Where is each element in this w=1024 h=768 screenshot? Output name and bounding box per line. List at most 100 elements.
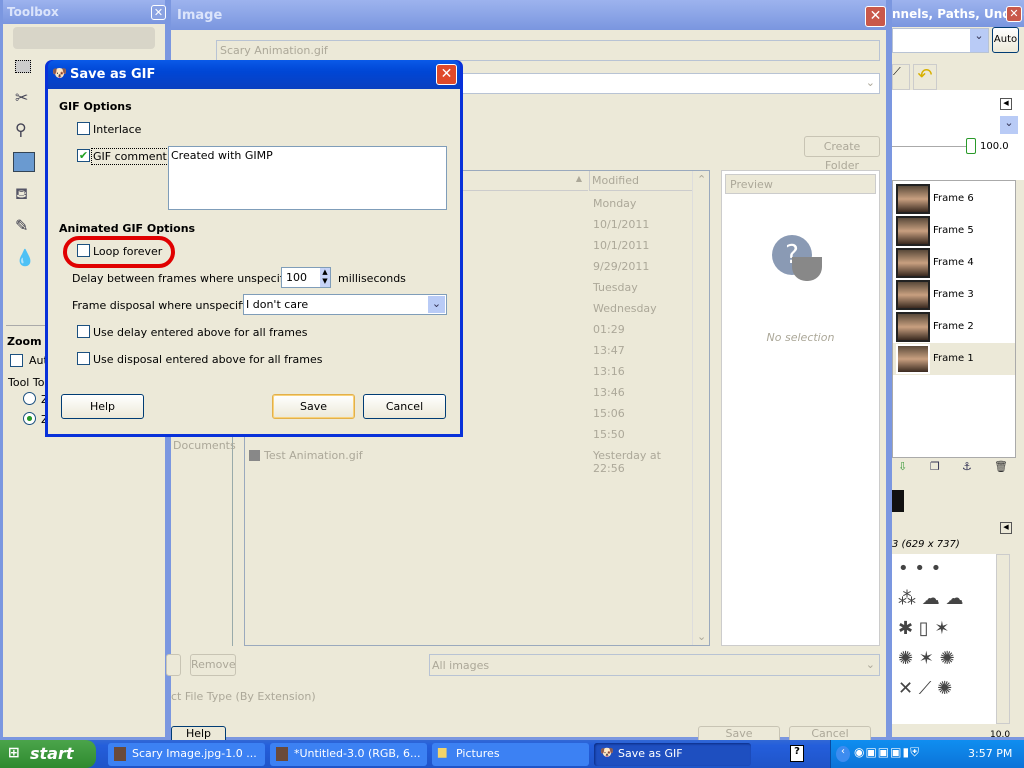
spin-arrows-icon[interactable]: ▲ ▼ [320, 268, 330, 287]
undo-tab-icon[interactable]: ↶ [913, 64, 937, 90]
brushes-scrollbar[interactable] [996, 554, 1010, 724]
gif-save-button[interactable]: Save [272, 394, 355, 419]
places-item[interactable]: Documents [173, 439, 236, 452]
gif-help-label: Help [89, 400, 116, 413]
file-modified: Tuesday [593, 281, 638, 294]
transform-icon[interactable] [13, 152, 35, 172]
preview-header: Preview [725, 174, 876, 194]
folder-combo[interactable]: ⌄ [461, 73, 880, 94]
file-filter-combo[interactable]: All images ⌄ [429, 654, 880, 676]
scroll-up-icon[interactable]: ⌃ [697, 173, 706, 186]
task-untitled[interactable]: *Untitled-3.0 (RGB, 6... [270, 743, 427, 766]
image-thumb-icon [114, 747, 126, 761]
use-delay-label[interactable]: Use delay entered above for all frames [93, 326, 308, 339]
wilber-logo [13, 27, 155, 49]
blur-drop-icon[interactable]: 💧 [15, 248, 35, 267]
delay-spinbutton[interactable]: 100 ▲ ▼ [281, 267, 331, 288]
paths-tab-icon[interactable]: ⟋ [892, 64, 910, 90]
opacity-slider-handle[interactable] [966, 138, 976, 154]
rect-select-icon[interactable] [15, 60, 31, 73]
layer-name: Frame 6 [933, 193, 974, 204]
zoom-out-radio[interactable] [23, 412, 36, 425]
sort-up-icon: ▲ [575, 174, 582, 183]
layer-thumbnail [896, 248, 930, 278]
delete-layer-icon[interactable]: 🗑 [994, 460, 1008, 473]
gif-dialog-title: Save as GIF [70, 67, 156, 82]
auto-checkbox[interactable] [10, 354, 23, 367]
scissors-icon[interactable]: ✂ [15, 88, 28, 107]
tray-icons[interactable]: ◉▣▣▣▮⛨ [854, 745, 920, 760]
layer-row[interactable]: Frame 6 [893, 183, 1015, 215]
chevron-down-icon: ⌄ [865, 76, 875, 89]
gif-close-button[interactable]: ✕ [436, 64, 457, 85]
anchor-layer-icon[interactable]: ⚓ [962, 460, 972, 473]
duplicate-layer-icon[interactable]: ❐ [930, 460, 940, 473]
disposal-value: I don't care [246, 298, 309, 311]
scroll-down-icon[interactable]: ⌄ [697, 630, 706, 643]
remove-button[interactable]: Remove [190, 654, 236, 676]
gif-comment-textarea[interactable]: Created with GIMP [168, 146, 447, 210]
taskbar: ⊞ start Scary Image.jpg-1.0 ... *Untitled… [0, 740, 1024, 768]
layer-name: Frame 1 [933, 353, 974, 364]
help-tray-icon[interactable]: ? [790, 745, 804, 762]
save-image-titlebar[interactable]: Image [171, 0, 886, 30]
mode-combo[interactable]: ⌄ [1000, 116, 1018, 134]
disposal-combo[interactable]: I don't care ⌄ [243, 294, 447, 315]
file-type-expander[interactable]: ct File Type (By Extension) [171, 690, 316, 703]
layer-row[interactable]: Frame 4 [893, 247, 1015, 279]
interlace-checkbox[interactable] [77, 122, 90, 135]
task-save-as-gif[interactable]: 🐶 Save as GIF [594, 743, 751, 766]
fg-color-swatch[interactable] [892, 490, 904, 512]
filename-input[interactable]: Scary Animation.gif [216, 40, 880, 61]
file-list-scrollbar[interactable]: ⌃ ⌄ [692, 171, 709, 645]
start-button[interactable]: ⊞ start [0, 740, 96, 768]
bucket-fill-icon[interactable]: ⛾ [15, 184, 28, 205]
toolbox-title: Toolbox [7, 5, 59, 19]
tray-expand-icon[interactable]: ‹ [836, 746, 850, 762]
layer-row[interactable]: Frame 3 [893, 279, 1015, 311]
layer-thumbnail [896, 184, 930, 214]
dock-titlebar[interactable]: nnels, Paths, Undo -... [892, 0, 1024, 27]
toolbox-titlebar[interactable]: Toolbox [3, 0, 165, 24]
zoom-in-radio[interactable] [23, 392, 36, 405]
image-combo[interactable]: ⌄ [892, 28, 989, 53]
create-folder-button[interactable]: Create Folder [804, 136, 880, 172]
interlace-label[interactable]: Interlace [93, 123, 141, 136]
gif-comment-label[interactable]: GIF comment: [91, 148, 173, 165]
file-modified: 15:06 [593, 407, 625, 420]
use-disposal-checkbox[interactable] [77, 352, 90, 365]
file-row[interactable]: Test Animation.gif Yesterday at 22:56 [245, 447, 691, 475]
dock-close-button[interactable]: ✕ [1006, 6, 1022, 22]
paths-icon[interactable]: ⚲ [15, 120, 27, 139]
task-scary-image[interactable]: Scary Image.jpg-1.0 ... [108, 743, 265, 766]
layer-name: Frame 3 [933, 289, 974, 300]
delay-unit: milliseconds [338, 272, 406, 285]
spacing-value[interactable]: 10.0 [990, 730, 1010, 740]
lower-layer-icon[interactable]: ⇩ [898, 460, 907, 473]
toolbox-close-button[interactable]: ✕ [151, 5, 166, 20]
loop-forever-label[interactable]: Loop forever [93, 245, 162, 258]
opacity-slider[interactable] [892, 146, 967, 147]
layer-row[interactable]: Frame 1 [893, 343, 1015, 375]
add-button[interactable] [166, 654, 181, 676]
task-label: Scary Image.jpg-1.0 ... [132, 747, 257, 760]
gif-dialog-titlebar[interactable]: 🐶 Save as GIF ✕ [48, 60, 460, 89]
panel-menu-icon[interactable]: ◀ [1000, 98, 1012, 110]
auto-button[interactable]: Auto [992, 27, 1019, 53]
column-header-modified[interactable]: Modified [589, 171, 693, 191]
gif-cancel-button[interactable]: Cancel [363, 394, 446, 419]
brush-menu-icon[interactable]: ◀ [1000, 522, 1012, 534]
color-picker-icon[interactable]: ✎ [15, 216, 28, 235]
save-image-close-button[interactable]: ✕ [865, 6, 886, 27]
task-pictures[interactable]: ▆ Pictures [432, 743, 589, 766]
layer-row[interactable]: Frame 5 [893, 215, 1015, 247]
gif-comment-checkbox[interactable]: ✔ [77, 149, 90, 162]
opacity-value[interactable]: 100.0 [980, 141, 1009, 152]
brushes-grid[interactable]: • • • ⁂ ☁ ☁ ✱ ▯ ✶ ✺ ✶ ✺ ✕ ⟋ ✺ [892, 554, 996, 724]
loop-forever-checkbox[interactable] [77, 244, 90, 257]
gif-help-button[interactable]: Help [61, 394, 144, 419]
use-delay-checkbox[interactable] [77, 325, 90, 338]
use-disposal-label[interactable]: Use disposal entered above for all frame… [93, 353, 322, 366]
save-label: Save [725, 727, 753, 740]
layer-row[interactable]: Frame 2 [893, 311, 1015, 343]
